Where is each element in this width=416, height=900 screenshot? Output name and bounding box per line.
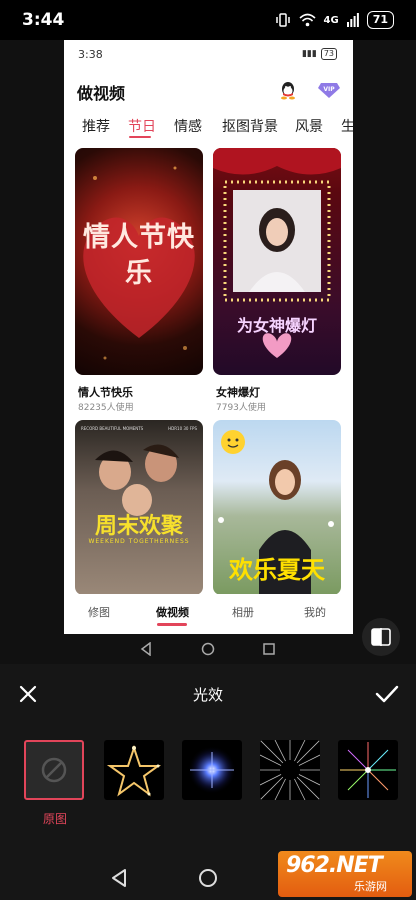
weekend-overlay-text: 周末欢聚	[94, 514, 183, 539]
weekend-top-text-right: HDR10 30 FPS	[168, 426, 197, 431]
effect-original[interactable]	[24, 740, 84, 800]
preview-image: 3:38 ▮▮▮ 73 做视频 VIP 推荐 节日 情感 抠图背景 风景 生 情…	[64, 40, 353, 634]
category-tabs: 推荐 节日 情感 抠图背景 风景 生	[64, 116, 353, 140]
none-icon	[41, 757, 67, 783]
tab-cutout-background: 抠图背景	[222, 119, 278, 135]
effect-rainbow-burst[interactable]	[338, 740, 398, 800]
inner-battery: 73	[320, 48, 337, 60]
weekend-top-text-left: RECORD BEAUTIFUL MOMENTS	[81, 426, 144, 431]
effects-editor-panel: 光效 原图	[0, 664, 416, 855]
compare-button[interactable]	[362, 618, 400, 656]
compare-icon	[371, 628, 391, 646]
template-card-goddess: 为女神爆灯	[213, 148, 341, 375]
tab-more: 生	[341, 119, 353, 135]
blue-flare-icon	[188, 746, 236, 794]
home-icon	[201, 642, 215, 656]
status-icons: 4G 71	[275, 11, 394, 29]
back-icon[interactable]	[110, 868, 128, 888]
rainbow-burst-icon	[340, 742, 396, 798]
nav-item-profile: 我的	[304, 606, 326, 619]
effect-radial-burst[interactable]	[260, 740, 320, 800]
network-type: 4G	[323, 14, 339, 26]
signal-icon	[346, 13, 359, 27]
card-title: 女神爆灯	[216, 386, 260, 399]
confirm-check-icon[interactable]	[374, 682, 400, 706]
status-bar: 3:44 4G 71	[0, 0, 416, 40]
svg-text:VIP: VIP	[323, 86, 335, 93]
star-sparkle-icon	[106, 744, 162, 797]
back-icon	[140, 642, 151, 656]
inner-status-icons: ▮▮▮ 73	[302, 48, 337, 60]
goddess-overlay-text: 为女神爆灯	[236, 316, 317, 335]
status-time: 3:44	[22, 10, 65, 30]
card-usage: 7793人使用	[216, 403, 266, 413]
preview-area: 3:38 ▮▮▮ 73 做视频 VIP 推荐 节日 情感 抠图背景 风景 生 情…	[0, 40, 416, 664]
site-watermark: 962.NET 乐游网	[278, 851, 412, 897]
vibrate-icon	[275, 13, 290, 27]
inner-status-bar: 3:38 ▮▮▮ 73	[64, 40, 353, 66]
watermark-main-text: 962.NET	[286, 853, 383, 878]
template-card-summer: 欢乐夏天	[213, 420, 341, 595]
preview-bottom-nav: 修图 做视频 相册 我的	[64, 594, 353, 634]
tab-emotion: 情感	[174, 119, 202, 135]
wifi-icon	[298, 13, 316, 27]
recents-icon	[263, 643, 275, 655]
effect-original-label: 原图	[42, 812, 67, 826]
nav-item-album: 相册	[232, 606, 254, 619]
weekend-overlay-subtext: WEEKEND TOGETHERNESS	[88, 538, 190, 545]
card-usage: 82235人使用	[78, 403, 134, 413]
card-title: 情人节快乐	[78, 386, 133, 399]
nav-item-make-video: 做视频	[156, 606, 189, 619]
summer-overlay-text: 欢乐夏天	[229, 556, 325, 584]
template-card-weekend: RECORD BEAUTIFUL MOMENTS HDR10 30 FPS 周末…	[75, 420, 203, 595]
inner-system-nav	[0, 634, 416, 664]
active-nav-underline	[157, 623, 187, 626]
stage-frame-graphic	[213, 148, 341, 358]
qq-icon	[281, 82, 295, 100]
vip-icon: VIP	[318, 83, 340, 98]
tab-recommend: 推荐	[82, 119, 110, 135]
radial-burst-icon	[260, 740, 320, 800]
template-card-valentine: 情人节快乐	[75, 148, 203, 375]
battery-indicator: 71	[366, 11, 394, 29]
valentine-overlay-text: 情人节快乐	[83, 222, 195, 289]
active-tab-underline	[129, 136, 151, 138]
home-icon[interactable]	[198, 868, 218, 888]
tab-festival: 节日	[128, 119, 156, 135]
effect-blue-flare[interactable]	[182, 740, 242, 800]
app-title: 做视频	[77, 84, 126, 103]
nav-item-edit: 修图	[88, 606, 110, 619]
inner-signal-icon: ▮▮▮	[301, 49, 317, 59]
tab-scenery: 风景	[295, 119, 323, 135]
watermark-sub-text: 乐游网	[354, 880, 387, 893]
editor-title: 光效	[192, 686, 223, 704]
effect-star-sparkle[interactable]	[104, 740, 164, 800]
inner-time: 3:38	[78, 48, 103, 61]
